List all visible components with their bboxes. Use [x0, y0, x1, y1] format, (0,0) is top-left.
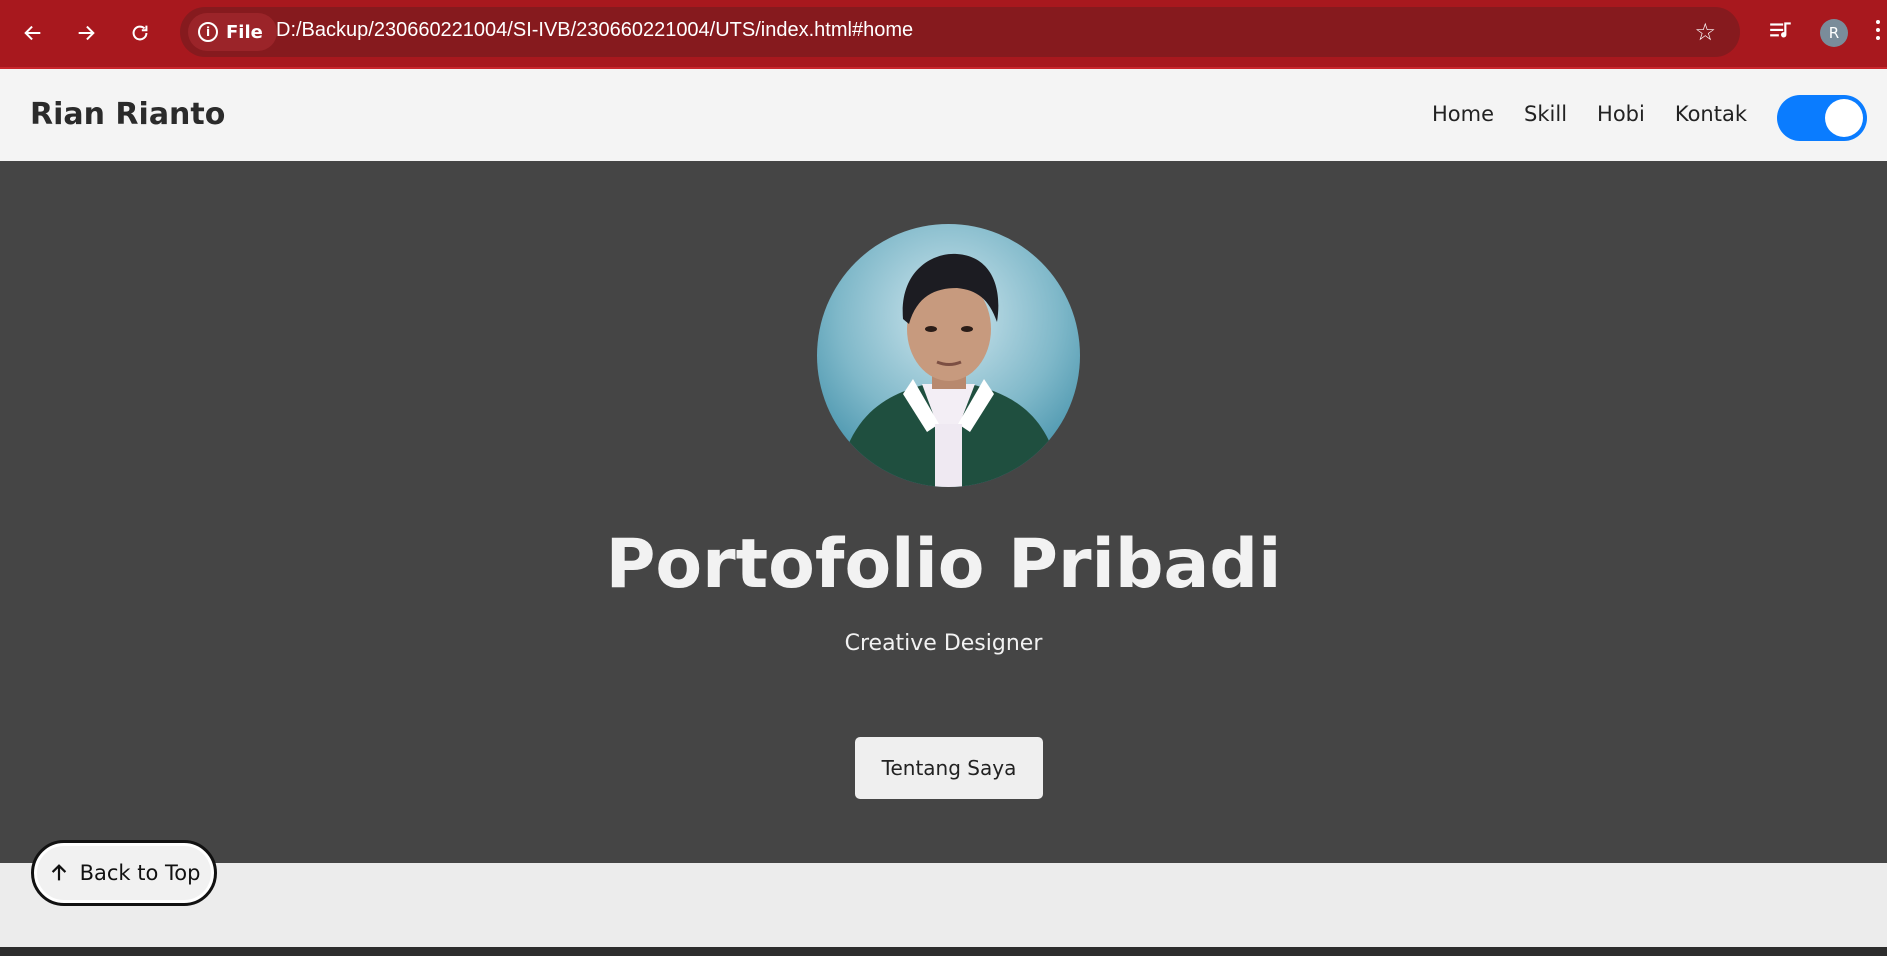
nav-skill[interactable]: Skill	[1524, 102, 1567, 126]
media-controls-icon[interactable]	[1768, 18, 1794, 44]
nav-kontak[interactable]: Kontak	[1675, 102, 1747, 126]
url-text[interactable]: D:/Backup/230660221004/SI-IVB/2306602210…	[276, 19, 913, 42]
taskbar-strip	[0, 947, 1887, 956]
profile-photo	[817, 224, 1080, 487]
star-icon[interactable]: ☆	[1694, 18, 1716, 46]
reload-icon[interactable]	[123, 16, 157, 50]
about-me-button[interactable]: Tentang Saya	[855, 737, 1043, 799]
browser-toolbar: i File D:/Backup/230660221004/SI-IVB/230…	[0, 0, 1887, 69]
profile-initial: R	[1828, 24, 1840, 42]
back-icon[interactable]	[16, 16, 50, 50]
site-brand[interactable]: Rian Rianto	[30, 97, 225, 132]
back-to-top-label: Back to Top	[79, 861, 201, 885]
main-nav: Home Skill Hobi Kontak	[1432, 102, 1747, 126]
back-to-top-button[interactable]: Back to Top	[31, 840, 217, 906]
kebab-menu-icon[interactable]	[1876, 20, 1882, 44]
forward-icon[interactable]	[69, 16, 103, 50]
site-navbar: Rian Rianto Home Skill Hobi Kontak	[0, 69, 1887, 161]
arrow-up-icon	[51, 864, 66, 881]
site-chip-label: File	[226, 21, 263, 43]
hero-section: Portofolio Pribadi Creative Designer Ten…	[0, 161, 1887, 863]
nav-home[interactable]: Home	[1432, 102, 1494, 126]
profile-avatar[interactable]: R	[1820, 19, 1848, 47]
hero-title: Portofolio Pribadi	[605, 525, 1282, 604]
nav-hobi[interactable]: Hobi	[1597, 102, 1645, 126]
theme-toggle[interactable]	[1777, 95, 1867, 141]
info-icon: i	[198, 22, 218, 42]
hero-subtitle: Creative Designer	[844, 631, 1043, 656]
toggle-knob	[1825, 99, 1863, 137]
site-info-chip[interactable]: i File	[188, 13, 277, 51]
address-bar[interactable]: i File D:/Backup/230660221004/SI-IVB/230…	[180, 7, 1740, 57]
